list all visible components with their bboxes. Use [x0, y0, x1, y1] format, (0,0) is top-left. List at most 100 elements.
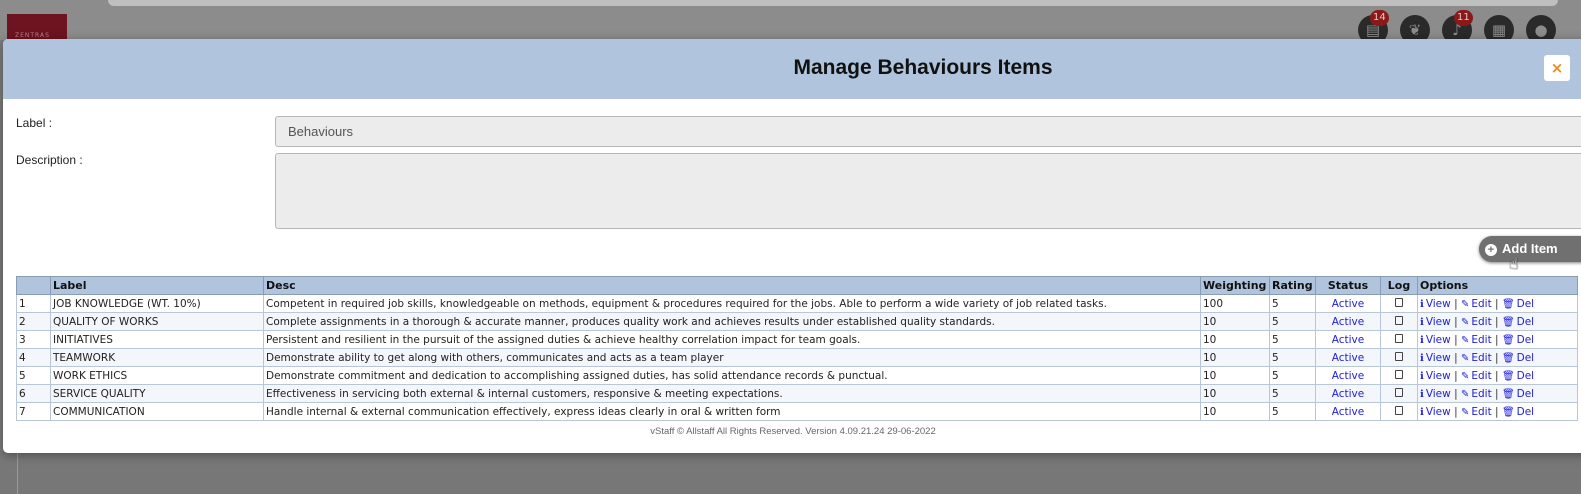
header-options: Options [1417, 276, 1578, 295]
log-icon[interactable] [1395, 297, 1403, 307]
row-label: JOB KNOWLEDGE (WT. 10%) [50, 294, 264, 313]
view-link[interactable]: ℹ View [1420, 370, 1451, 382]
row-rating: 5 [1269, 312, 1316, 331]
description-textarea[interactable] [275, 153, 1581, 229]
options-separator: | [1454, 405, 1458, 418]
row-number: 2 [16, 312, 51, 331]
log-icon[interactable] [1395, 315, 1403, 325]
info-icon: ℹ [1420, 316, 1424, 328]
row-number: 3 [16, 330, 51, 349]
row-number: 6 [16, 384, 51, 403]
view-link[interactable]: ℹ View [1420, 406, 1451, 418]
log-icon[interactable] [1395, 351, 1403, 361]
delete-link[interactable]: 🗑 Del [1502, 388, 1534, 400]
row-weighting: 10 [1200, 402, 1270, 421]
table-header-row: Label Desc Weighting Rating Status Log O… [16, 276, 1578, 295]
background-content [0, 452, 1581, 494]
edit-icon: ✎ [1460, 334, 1470, 346]
status-toggle-link[interactable]: Active [1332, 352, 1364, 364]
trash-icon: 🗑 [1501, 370, 1515, 382]
edit-icon: ✎ [1460, 388, 1470, 400]
info-icon: ℹ [1420, 298, 1424, 310]
trash-icon: 🗑 [1501, 352, 1515, 364]
table-row: 6 SERVICE QUALITY Effectiveness in servici… [16, 384, 1578, 403]
view-link[interactable]: ℹ View [1420, 316, 1451, 328]
options-separator: | [1495, 405, 1499, 418]
row-weighting: 10 [1200, 348, 1270, 367]
modal-title: Manage Behaviours Items [793, 56, 1053, 79]
row-desc: Demonstrate ability to get along with ot… [263, 348, 1201, 367]
log-icon[interactable] [1395, 369, 1403, 379]
label-input[interactable]: Behaviours [275, 116, 1581, 147]
view-link[interactable]: ℹ View [1420, 334, 1451, 346]
log-icon[interactable] [1395, 405, 1403, 415]
row-label: WORK ETHICS [50, 366, 264, 385]
view-link[interactable]: ℹ View [1420, 388, 1451, 400]
options-separator: | [1495, 351, 1499, 364]
header-log: Log [1380, 276, 1418, 295]
table-row: 5 WORK ETHICS Demonstrate commitment and d… [16, 366, 1578, 385]
close-button[interactable]: × [1544, 55, 1570, 81]
hand-cursor-icon: ☝ [1509, 254, 1519, 273]
status-toggle-link[interactable]: Active [1332, 370, 1364, 382]
header-label: Label [50, 276, 264, 295]
status-toggle-link[interactable]: Active [1332, 334, 1364, 346]
log-icon[interactable] [1395, 333, 1403, 343]
delete-link[interactable]: 🗑 Del [1502, 352, 1534, 364]
info-icon: ℹ [1420, 334, 1424, 346]
info-icon: ℹ [1420, 370, 1424, 382]
trash-icon: 🗑 [1501, 406, 1515, 418]
edit-link[interactable]: ✎ Edit [1461, 298, 1492, 310]
trash-icon: 🗑 [1501, 316, 1515, 328]
background-topbar [0, 0, 1581, 40]
row-weighting: 100 [1200, 294, 1270, 313]
edit-icon: ✎ [1460, 298, 1470, 310]
manage-items-modal: Manage Behaviours Items × Label : Behavi… [3, 39, 1581, 453]
delete-link[interactable]: 🗑 Del [1502, 370, 1534, 382]
row-number: 5 [16, 366, 51, 385]
delete-link[interactable]: 🗑 Del [1502, 316, 1534, 328]
add-item-button[interactable]: + Add Item [1479, 236, 1581, 262]
row-number: 4 [16, 348, 51, 367]
status-toggle-link[interactable]: Active [1332, 388, 1364, 400]
items-table: Label Desc Weighting Rating Status Log O… [16, 276, 1578, 421]
edit-link[interactable]: ✎ Edit [1461, 352, 1492, 364]
options-separator: | [1495, 315, 1499, 328]
edit-icon: ✎ [1460, 406, 1470, 418]
options-separator: | [1495, 297, 1499, 310]
status-toggle-link[interactable]: Active [1332, 406, 1364, 418]
browser-url-bar [108, 0, 1558, 6]
edit-link[interactable]: ✎ Edit [1461, 406, 1492, 418]
row-rating: 5 [1269, 402, 1316, 421]
news-badge: 14 [1370, 10, 1389, 26]
row-number: 1 [16, 294, 51, 313]
edit-link[interactable]: ✎ Edit [1461, 370, 1492, 382]
options-separator: | [1495, 333, 1499, 346]
row-label: QUALITY OF WORKS [50, 312, 264, 331]
row-desc: Demonstrate commitment and dedication to… [263, 366, 1201, 385]
row-rating: 5 [1269, 294, 1316, 313]
status-toggle-link[interactable]: Active [1332, 316, 1364, 328]
delete-link[interactable]: 🗑 Del [1502, 334, 1534, 346]
options-separator: | [1454, 387, 1458, 400]
delete-link[interactable]: 🗑 Del [1502, 298, 1534, 310]
modal-header: Manage Behaviours Items × [3, 39, 1581, 99]
edit-link[interactable]: ✎ Edit [1461, 388, 1492, 400]
label-caption: Label : [16, 116, 53, 130]
options-separator: | [1454, 315, 1458, 328]
row-desc: Complete assignments in a thorough & acc… [263, 312, 1201, 331]
view-link[interactable]: ℹ View [1420, 298, 1451, 310]
delete-link[interactable]: 🗑 Del [1502, 406, 1534, 418]
options-separator: | [1454, 369, 1458, 382]
edit-link[interactable]: ✎ Edit [1461, 334, 1492, 346]
view-link[interactable]: ℹ View [1420, 352, 1451, 364]
row-label: INITIATIVES [50, 330, 264, 349]
header-desc: Desc [263, 276, 1201, 295]
log-icon[interactable] [1395, 387, 1403, 397]
status-toggle-link[interactable]: Active [1332, 298, 1364, 310]
edit-link[interactable]: ✎ Edit [1461, 316, 1492, 328]
info-icon: ℹ [1420, 388, 1424, 400]
table-row: 1 JOB KNOWLEDGE (WT. 10%) Competent in req… [16, 294, 1578, 313]
header-weighting: Weighting [1200, 276, 1270, 295]
row-desc: Handle internal & external communication… [263, 402, 1201, 421]
